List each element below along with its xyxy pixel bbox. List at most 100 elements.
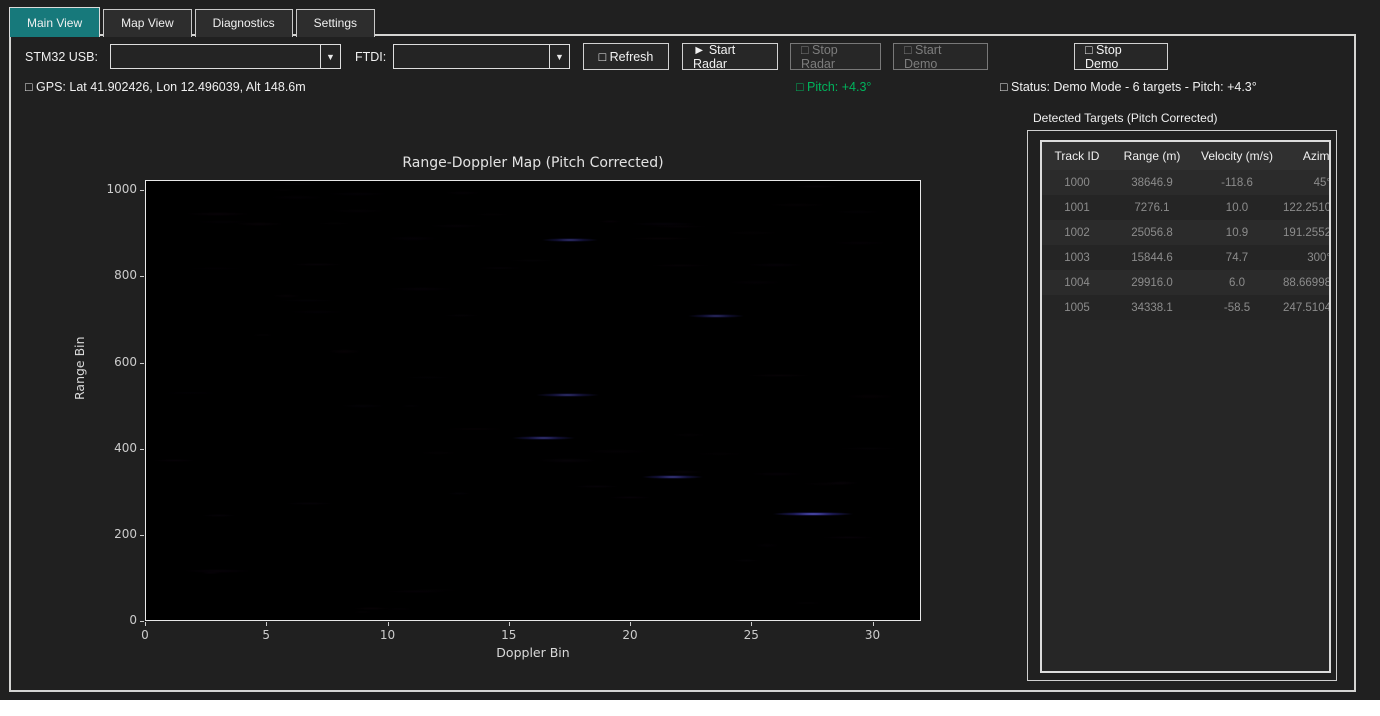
noise-smudge bbox=[754, 543, 779, 548]
noise-smudge bbox=[326, 192, 389, 195]
x-tick-mark bbox=[630, 622, 631, 626]
col-header-track-id[interactable]: Track ID bbox=[1042, 149, 1112, 163]
targets-table[interactable]: Track ID Range (m) Velocity (m/s) Azimut… bbox=[1040, 140, 1331, 673]
cell-track-id[interactable]: 1004 bbox=[1042, 277, 1112, 289]
noise-smudge bbox=[766, 203, 827, 208]
cell-velocity[interactable]: 10.0 bbox=[1192, 202, 1282, 214]
table-row[interactable]: 100315844.674.7300° bbox=[1042, 245, 1331, 270]
table-row[interactable]: 100038646.9-118.645° bbox=[1042, 170, 1331, 195]
stop-demo-button[interactable]: □ Stop Demo bbox=[1074, 43, 1168, 70]
cell-range[interactable]: 34338.1 bbox=[1112, 302, 1192, 314]
target-streak bbox=[542, 238, 598, 242]
ftdi-combo[interactable]: ▼ bbox=[393, 44, 570, 69]
noise-smudge bbox=[385, 590, 449, 592]
start-demo-button[interactable]: □ Start Demo bbox=[893, 43, 988, 70]
noise-smudge bbox=[573, 485, 619, 488]
noise-smudge bbox=[288, 310, 346, 315]
table-row[interactable]: 100534338.1-58.5247.5104 bbox=[1042, 295, 1331, 320]
y-tick-mark bbox=[140, 363, 144, 364]
target-streak bbox=[642, 475, 703, 479]
noise-smudge bbox=[832, 241, 888, 246]
noise-smudge bbox=[352, 611, 374, 614]
cell-velocity[interactable]: -58.5 bbox=[1192, 302, 1282, 314]
cell-azimuth[interactable]: 88.66998 bbox=[1282, 277, 1331, 289]
cell-range[interactable]: 7276.1 bbox=[1112, 202, 1192, 214]
tab-map-view[interactable]: Map View bbox=[103, 9, 191, 37]
table-row[interactable]: 100429916.06.088.66998 bbox=[1042, 270, 1331, 295]
stop-radar-button[interactable]: □ Stop Radar bbox=[790, 43, 881, 70]
cell-track-id[interactable]: 1002 bbox=[1042, 227, 1112, 239]
cell-track-id[interactable]: 1001 bbox=[1042, 202, 1112, 214]
target-streak bbox=[688, 314, 744, 318]
cell-range[interactable]: 25056.8 bbox=[1112, 227, 1192, 239]
noise-smudge bbox=[508, 259, 557, 262]
noise-smudge bbox=[609, 496, 652, 498]
tab-main-view[interactable]: Main View bbox=[9, 7, 100, 37]
noise-smudge bbox=[647, 225, 711, 227]
cell-azimuth[interactable]: 300° bbox=[1282, 252, 1331, 264]
y-tick-mark bbox=[140, 190, 144, 191]
ftdi-combo-value bbox=[394, 45, 549, 68]
refresh-button[interactable]: □ Refresh bbox=[583, 43, 669, 70]
cell-velocity[interactable]: -118.6 bbox=[1192, 177, 1282, 189]
cell-range[interactable]: 15844.6 bbox=[1112, 252, 1192, 264]
gps-status-text: □ GPS: Lat 41.902426, Lon 12.496039, Alt… bbox=[25, 80, 306, 94]
col-header-velocity[interactable]: Velocity (m/s) bbox=[1192, 149, 1282, 163]
noise-smudge bbox=[750, 472, 804, 476]
y-axis-label: Range Bin bbox=[72, 336, 87, 400]
noise-smudge bbox=[447, 492, 472, 495]
table-scrollbar[interactable] bbox=[1329, 322, 1331, 660]
noise-smudge bbox=[316, 222, 354, 225]
cell-velocity[interactable]: 10.9 bbox=[1192, 227, 1282, 239]
y-tick-label: 400 bbox=[97, 441, 137, 455]
noise-smudge bbox=[801, 482, 850, 486]
tab-diagnostics[interactable]: Diagnostics bbox=[195, 9, 293, 37]
noise-smudge bbox=[728, 280, 783, 285]
noise-smudge bbox=[599, 220, 621, 222]
noise-smudge bbox=[403, 376, 453, 379]
plot-area bbox=[145, 180, 921, 621]
start-radar-button[interactable]: ► Start Radar bbox=[682, 43, 778, 70]
cell-velocity[interactable]: 6.0 bbox=[1192, 277, 1282, 289]
y-tick-label: 1000 bbox=[97, 182, 137, 196]
table-row[interactable]: 10017276.110.0122.2510 bbox=[1042, 195, 1331, 220]
noise-smudge bbox=[473, 213, 511, 216]
noise-smudge bbox=[825, 481, 859, 486]
noise-smudge bbox=[266, 189, 301, 191]
demo-status-text: □ Status: Demo Mode - 6 targets - Pitch:… bbox=[1000, 80, 1257, 94]
chart-title: Range-Doppler Map (Pitch Corrected) bbox=[145, 155, 921, 171]
cell-track-id[interactable]: 1000 bbox=[1042, 177, 1112, 189]
noise-smudge bbox=[186, 267, 244, 270]
x-tick-label: 5 bbox=[246, 628, 286, 642]
noise-smudge bbox=[822, 536, 875, 539]
cell-track-id[interactable]: 1003 bbox=[1042, 252, 1112, 264]
tab-settings[interactable]: Settings bbox=[296, 9, 375, 37]
noise-smudge bbox=[353, 607, 389, 611]
x-tick-mark bbox=[509, 622, 510, 626]
table-row[interactable]: 100225056.810.9191.2552 bbox=[1042, 220, 1331, 245]
range-doppler-chart: Range-Doppler Map (Pitch Corrected) Rang… bbox=[0, 100, 1010, 680]
cell-range[interactable]: 29916.0 bbox=[1112, 277, 1192, 289]
cell-azimuth[interactable]: 122.2510 bbox=[1282, 202, 1331, 214]
cell-azimuth[interactable]: 247.5104 bbox=[1282, 302, 1331, 314]
noise-smudge bbox=[272, 294, 302, 298]
noise-smudge bbox=[285, 502, 334, 505]
target-streak bbox=[536, 393, 599, 397]
radar-app-window: Main View Map View Diagnostics Settings … bbox=[0, 0, 1380, 700]
cell-azimuth[interactable]: 45° bbox=[1282, 177, 1331, 189]
y-tick-label: 800 bbox=[97, 268, 137, 282]
noise-smudge bbox=[235, 222, 284, 226]
cell-range[interactable]: 38646.9 bbox=[1112, 177, 1192, 189]
cell-velocity[interactable]: 74.7 bbox=[1192, 252, 1282, 264]
noise-smudge bbox=[443, 314, 480, 317]
col-header-range[interactable]: Range (m) bbox=[1112, 149, 1192, 163]
cell-azimuth[interactable]: 191.2552 bbox=[1282, 227, 1331, 239]
stm32-usb-combo[interactable]: ▼ bbox=[110, 44, 341, 69]
col-header-azimuth[interactable]: Azimuth bbox=[1282, 149, 1331, 163]
chevron-down-icon[interactable]: ▼ bbox=[320, 45, 340, 68]
target-streak bbox=[773, 512, 853, 516]
noise-smudge bbox=[630, 222, 698, 226]
chevron-down-icon[interactable]: ▼ bbox=[549, 45, 569, 68]
noise-smudge bbox=[671, 433, 707, 437]
cell-track-id[interactable]: 1005 bbox=[1042, 302, 1112, 314]
